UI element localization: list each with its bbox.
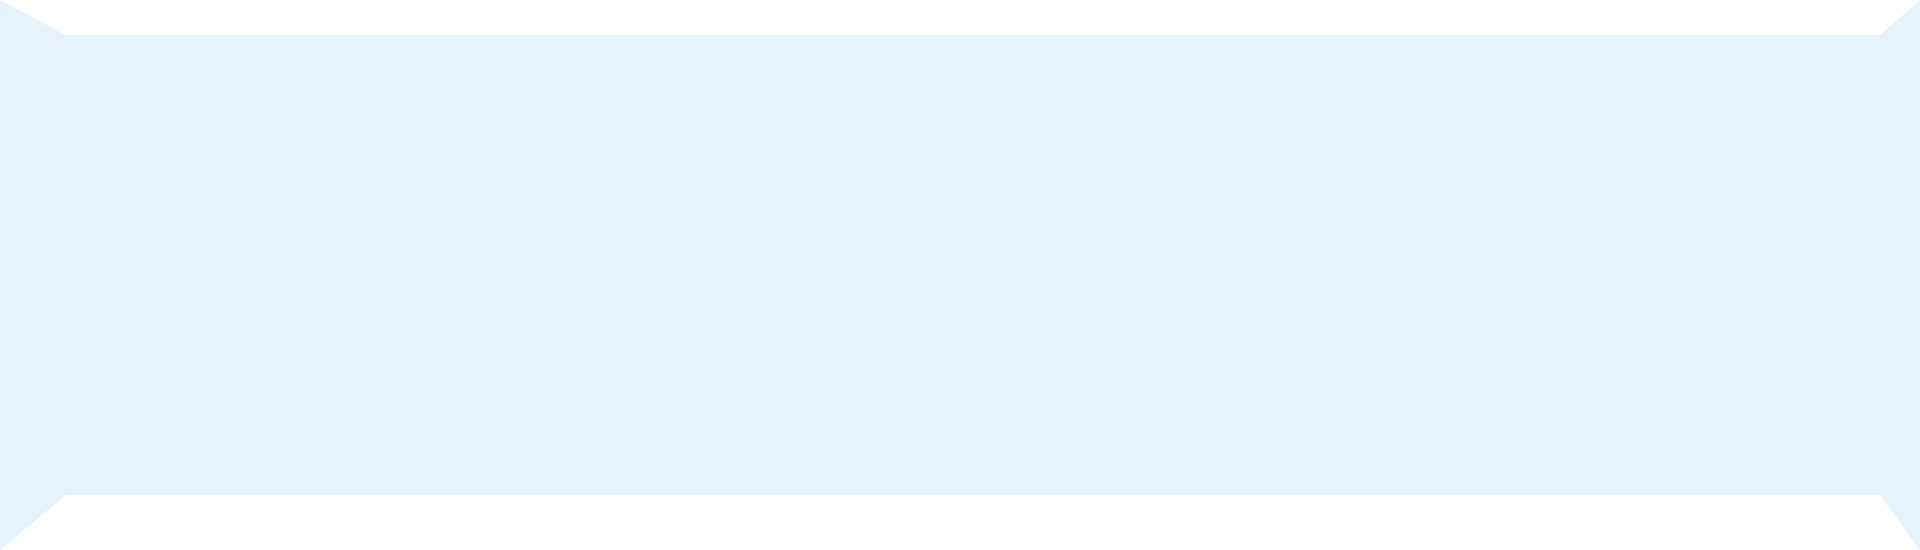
page-canvas <box>0 0 1920 550</box>
banner-background <box>0 0 1920 550</box>
banner-shape <box>0 0 1920 550</box>
